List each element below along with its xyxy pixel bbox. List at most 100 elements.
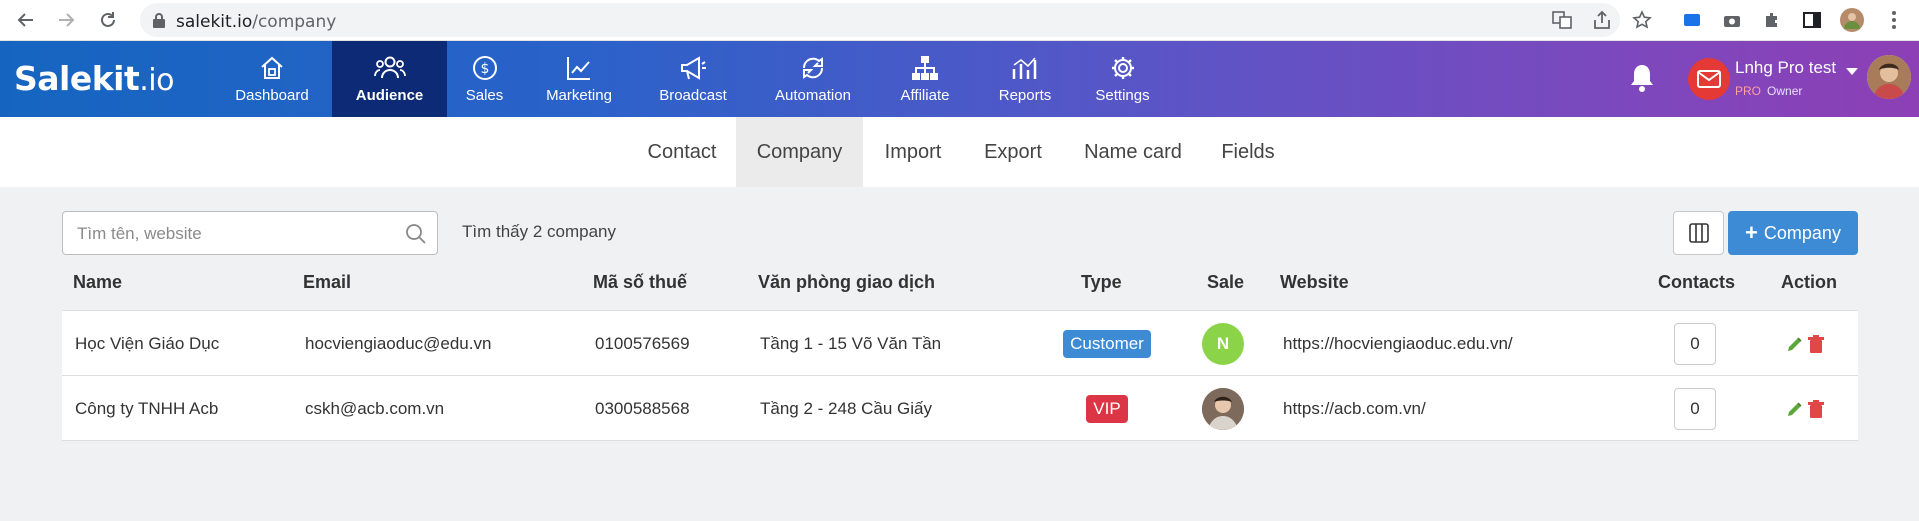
col-tax[interactable]: Mã số thuế xyxy=(593,272,687,293)
search-field[interactable] xyxy=(62,211,438,255)
col-sale[interactable]: Sale xyxy=(1207,272,1244,293)
trash-icon[interactable] xyxy=(1808,334,1824,353)
lock-icon xyxy=(153,13,165,28)
company-tax: 0300588568 xyxy=(595,398,690,418)
nav-broadcast[interactable]: Broadcast xyxy=(652,41,734,117)
tab-fields[interactable]: Fields xyxy=(1203,117,1293,187)
action-cell xyxy=(1786,376,1824,441)
extension-icon[interactable] xyxy=(1680,8,1704,32)
caret-down-icon[interactable] xyxy=(1846,68,1858,75)
arrow-left-icon xyxy=(17,13,33,27)
company-website[interactable]: https://acb.com.vn/ xyxy=(1283,376,1426,441)
back-button[interactable] xyxy=(12,6,40,34)
columns-icon xyxy=(1688,223,1709,243)
network-icon xyxy=(912,55,938,80)
reload-button[interactable] xyxy=(94,6,122,34)
col-website[interactable]: Website xyxy=(1280,272,1349,293)
nav-dashboard[interactable]: Dashboard xyxy=(222,41,322,117)
company-table: Học Viện Giáo Dục hocviengiaoduc@edu.vn … xyxy=(62,310,1858,441)
trash-icon[interactable] xyxy=(1808,399,1824,418)
add-company-button[interactable]: + Company xyxy=(1728,211,1858,255)
col-email[interactable]: Email xyxy=(303,272,351,293)
type-badge: VIP xyxy=(1086,394,1128,423)
col-type[interactable]: Type xyxy=(1081,272,1122,293)
svg-text:$: $ xyxy=(480,61,489,77)
gear-icon xyxy=(1111,56,1134,79)
chart-icon xyxy=(1012,56,1037,79)
user-plan: PRO Owner xyxy=(1735,84,1803,98)
reload-icon xyxy=(101,12,115,27)
sale-cell xyxy=(1202,376,1244,441)
company-email: cskh@acb.com.vn xyxy=(305,398,445,418)
type-cell: Customer xyxy=(1057,311,1157,376)
company-name[interactable]: Học Viện Giáo Dục xyxy=(75,311,219,376)
mail-button[interactable] xyxy=(1688,58,1730,100)
contacts-count[interactable]: 0 xyxy=(1674,322,1716,365)
star-icon[interactable] xyxy=(1630,8,1654,32)
contacts-cell: 0 xyxy=(1674,311,1716,376)
nav-sales[interactable]: $ Sales xyxy=(457,41,512,117)
users-icon xyxy=(373,56,406,78)
table-row[interactable]: Học Viện Giáo Dục hocviengiaoduc@edu.vn … xyxy=(62,311,1858,376)
pencil-icon[interactable] xyxy=(1786,335,1804,353)
nav-marketing[interactable]: Marketing xyxy=(538,41,620,117)
dollar-icon: $ xyxy=(472,55,497,80)
tab-name-card[interactable]: Name card xyxy=(1063,117,1203,187)
nav-settings[interactable]: Settings xyxy=(1090,41,1155,117)
forward-button[interactable] xyxy=(52,6,80,34)
nav-automation[interactable]: Automation xyxy=(768,41,858,117)
menu-dots-icon[interactable] xyxy=(1882,8,1906,32)
search-icon[interactable] xyxy=(405,223,427,245)
nav-reports[interactable]: Reports xyxy=(995,41,1055,117)
user-avatar[interactable] xyxy=(1867,55,1911,99)
plus-icon: + xyxy=(1745,220,1758,245)
company-office: Tầng 2 - 248 Cầu Giấy xyxy=(760,398,932,418)
col-action: Action xyxy=(1781,272,1837,292)
company-website[interactable]: https://hocviengiaoduc.edu.vn/ xyxy=(1283,311,1513,376)
type-cell: VIP xyxy=(1057,376,1157,441)
sale-avatar[interactable]: N xyxy=(1202,322,1244,365)
nav-affiliate[interactable]: Affiliate xyxy=(895,41,955,117)
camera-icon[interactable] xyxy=(1720,8,1744,32)
salekit-logo[interactable]: Salekit.io xyxy=(14,59,174,98)
share-icon[interactable] xyxy=(1590,8,1614,32)
bell-icon[interactable] xyxy=(1628,63,1656,98)
tab-company[interactable]: Company xyxy=(736,117,863,187)
tab-export[interactable]: Export xyxy=(963,117,1063,187)
col-office[interactable]: Văn phòng giao dịch xyxy=(758,272,935,293)
browser-toolbar: salekit.io/company xyxy=(0,0,1919,41)
col-contacts[interactable]: Contacts xyxy=(1658,272,1735,293)
result-count: Tìm thấy 2 company xyxy=(462,222,617,241)
sidepanel-icon[interactable] xyxy=(1800,8,1824,32)
search-input[interactable] xyxy=(77,222,397,246)
sale-avatar[interactable] xyxy=(1202,387,1244,430)
tab-contact[interactable]: Contact xyxy=(628,117,736,187)
tab-import[interactable]: Import xyxy=(863,117,963,187)
address-bar[interactable]: salekit.io/company xyxy=(140,3,1620,37)
col-name[interactable]: Name xyxy=(73,272,122,293)
company-office: Tầng 1 - 15 Võ Văn Tần xyxy=(760,333,942,353)
company-name[interactable]: Công ty TNHH Acb xyxy=(75,376,218,441)
sync-icon xyxy=(802,56,824,79)
trend-icon xyxy=(567,56,590,80)
app-header: Salekit.io Dashboard Audience $ Sales Ma… xyxy=(0,41,1919,117)
company-tax: 0100576569 xyxy=(595,333,690,353)
subnav: Contact Company Import Export Name card … xyxy=(0,117,1919,187)
profile-icon[interactable] xyxy=(1840,8,1864,32)
sale-cell: N xyxy=(1202,311,1244,376)
type-badge: Customer xyxy=(1063,329,1151,358)
action-cell xyxy=(1786,311,1824,376)
contacts-cell: 0 xyxy=(1674,376,1716,441)
nav-audience[interactable]: Audience xyxy=(332,41,447,117)
columns-button[interactable] xyxy=(1673,211,1724,255)
user-name[interactable]: Lnhg Pro test xyxy=(1735,58,1836,78)
mail-icon xyxy=(1697,70,1721,88)
translate-icon[interactable] xyxy=(1550,8,1574,32)
puzzle-icon[interactable] xyxy=(1760,8,1784,32)
company-email: hocviengiaoduc@edu.vn xyxy=(305,333,492,353)
url-text: salekit.io/company xyxy=(176,12,337,32)
megaphone-icon xyxy=(681,55,706,80)
table-row[interactable]: Công ty TNHH Acb cskh@acb.com.vn 0300588… xyxy=(62,376,1858,441)
pencil-icon[interactable] xyxy=(1786,400,1804,418)
contacts-count[interactable]: 0 xyxy=(1674,387,1716,430)
